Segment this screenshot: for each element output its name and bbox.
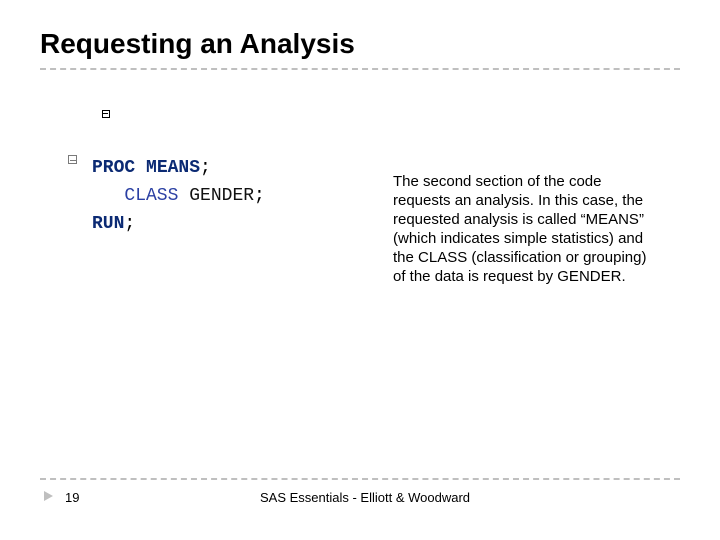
variable-gender: GENDER — [189, 186, 254, 206]
semicolon: ; — [200, 158, 211, 178]
keyword-class: CLASS — [124, 186, 178, 206]
fold-box-icon — [68, 155, 77, 164]
page-number: 19 — [65, 490, 79, 505]
title-divider — [40, 68, 680, 70]
footer-divider — [40, 478, 680, 480]
slide: Requesting an Analysis PROC MEANS; CLASS… — [0, 0, 720, 540]
code-line-3: RUN; — [92, 210, 432, 238]
semicolon: ; — [254, 186, 265, 206]
page-arrow-icon — [44, 491, 53, 501]
keyword-run: RUN — [92, 214, 124, 234]
slide-title: Requesting an Analysis — [40, 28, 355, 60]
explanation-text: The second section of the code requests … — [393, 172, 663, 286]
code-area: PROC MEANS; CLASS GENDER; RUN; — [92, 154, 432, 238]
semicolon: ; — [124, 214, 135, 234]
keyword-means: MEANS — [146, 158, 200, 178]
code-line-2: CLASS GENDER; — [92, 182, 432, 210]
bullet-marker — [102, 110, 112, 120]
code-line-1: PROC MEANS; — [92, 154, 432, 182]
keyword-proc: PROC — [92, 158, 135, 178]
footer-text: SAS Essentials - Elliott & Woodward — [260, 490, 470, 505]
